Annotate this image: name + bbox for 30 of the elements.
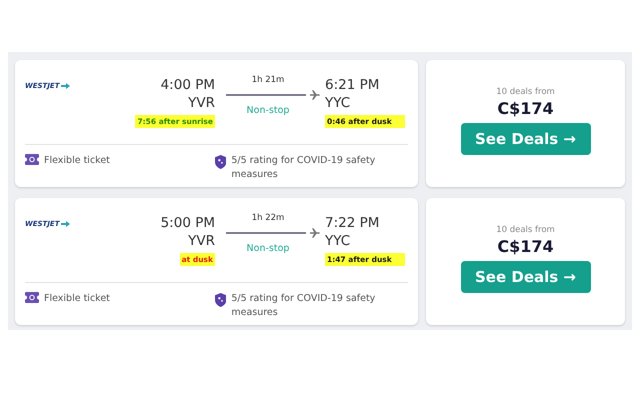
arrival-time: 6:21 PM (325, 76, 380, 94)
route-line-icon (226, 89, 320, 101)
departure-airport: YVR (188, 94, 215, 112)
arrival-time: 7:22 PM (325, 214, 380, 232)
feature-text: 5/5 rating for COVID-19 safety measures (231, 292, 376, 320)
departure-time: 5:00 PM (160, 214, 215, 232)
price: C$174 (497, 99, 554, 118)
ticket-icon (25, 292, 39, 303)
see-deals-button[interactable]: See Deals → (460, 123, 590, 155)
departure-airport: YVR (188, 232, 215, 250)
arrival-airport: YYC (325, 94, 352, 112)
feature-text: Flexible ticket (44, 292, 110, 306)
departure-time: 4:00 PM (160, 76, 215, 94)
duration: 1h 22m (252, 213, 284, 223)
deals-count: 10 deals from (496, 225, 555, 235)
feature-text: 5/5 rating for COVID-19 safety measures (231, 154, 376, 182)
arrow-icon (61, 83, 70, 89)
price: C$174 (497, 237, 554, 256)
shield-icon (215, 292, 226, 308)
arrival-airport: YYC (325, 232, 352, 250)
duration: 1h 21m (252, 75, 284, 85)
arrow-icon (61, 221, 70, 227)
feature-text: Flexible ticket (44, 154, 110, 168)
see-deals-button[interactable]: See Deals → (460, 261, 590, 293)
stops-label: Non-stop (246, 243, 290, 254)
stops-label: Non-stop (246, 105, 290, 116)
shield-icon (215, 154, 226, 170)
deals-count: 10 deals from (496, 87, 555, 97)
route-line-icon (226, 227, 320, 239)
ticket-icon (25, 154, 39, 165)
